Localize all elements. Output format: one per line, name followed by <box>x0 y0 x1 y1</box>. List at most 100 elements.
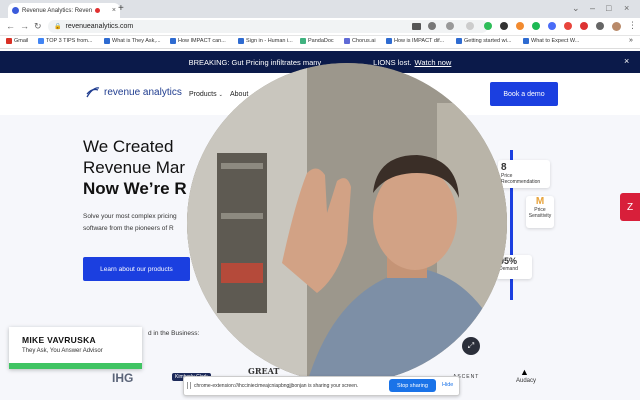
extension-red-icon[interactable] <box>564 22 572 30</box>
stat-label: Price Recommendation <box>501 173 541 185</box>
nav-products[interactable]: Products ⌄ <box>189 91 223 98</box>
star-icon[interactable] <box>466 22 474 30</box>
bookmark-label: TOP 3 TIPS from... <box>46 38 93 44</box>
extension-orange-icon[interactable] <box>516 22 524 30</box>
back-icon[interactable]: ← <box>6 20 15 32</box>
minimize-button[interactable]: – <box>590 2 595 14</box>
hero-title-line2: Revenue Mar <box>83 158 186 177</box>
bookmark-item[interactable]: What is They Ask,... <box>104 38 161 44</box>
bookmark-label: Chorus.ai <box>352 38 376 44</box>
stat-label: Demand <box>499 266 518 272</box>
extension-green-icon[interactable] <box>484 22 492 30</box>
extension-dark-icon[interactable] <box>500 22 508 30</box>
lock-icon: 🔒 <box>54 24 62 30</box>
logo-great: GREAT <box>248 366 280 376</box>
audacy-icon: ▲ <box>520 367 529 377</box>
bookmark-label: What to Expect W... <box>531 38 580 44</box>
bookmark-item[interactable]: PandaDoc <box>300 38 334 44</box>
bookmark-label: What is They Ask,... <box>112 38 161 44</box>
url-text: revenueanalytics.com <box>65 23 134 30</box>
address-bar[interactable]: 🔒 revenueanalytics.com <box>48 20 488 33</box>
webcam-person-image <box>187 63 507 383</box>
tab-close-button[interactable]: × <box>112 7 116 14</box>
bookmark-label: How IMPACT can... <box>178 38 226 44</box>
learn-products-button[interactable]: Learn about our products <box>83 257 190 281</box>
browser-tab[interactable]: Revenue Analytics: Reven × <box>8 3 120 18</box>
banner-close-button[interactable]: × <box>624 56 629 66</box>
bookmark-label: Sign in - Human i... <box>246 38 293 44</box>
hero-subtitle-line1: Solve your most complex pricing <box>83 213 177 220</box>
stat-label: Price Sensitivity <box>528 207 552 219</box>
hero-subtitle-line2: software from the pioneers of R <box>83 225 174 232</box>
stat-card: 8 Price Recommendation <box>498 160 550 188</box>
share-icon[interactable] <box>446 22 454 30</box>
hero-title-line3: Now We’re R <box>83 179 187 198</box>
tab-search-button[interactable]: ⌄ <box>572 2 580 14</box>
bookmark-item[interactable]: Chorus.ai <box>344 38 376 44</box>
presenter-role: They Ask, You Answer Advisor <box>22 348 103 354</box>
stat-value: M <box>535 196 545 207</box>
tab-title: Revenue Analytics: Reven <box>22 7 93 14</box>
menu-icon[interactable]: ⋮ <box>628 19 637 31</box>
bookmark-item[interactable]: How is IMPACT dif... <box>386 38 444 44</box>
book-demo-button[interactable]: Book a demo <box>490 82 558 106</box>
hero-title-line1: We Created <box>83 137 174 156</box>
presenter-name: MIKE VAVRUSKA <box>22 335 96 345</box>
bookmark-favicon-icon <box>104 38 110 44</box>
expand-icon: ⤢ <box>467 341 475 350</box>
reload-icon[interactable]: ↻ <box>34 20 42 32</box>
expand-video-button[interactable]: ⤢ <box>462 337 480 355</box>
extension-square-icon[interactable] <box>580 22 588 30</box>
bookmark-label: How is IMPACT dif... <box>394 38 445 44</box>
bookmark-favicon-icon <box>523 38 529 44</box>
bookmark-item[interactable]: Getting started wi... <box>456 38 511 44</box>
hide-share-bar-button[interactable]: Hide <box>442 382 453 388</box>
site-logo[interactable]: revenue analytics <box>86 86 182 98</box>
share-notice-text: chrome-extension://ihcciniecimeajcniapbn… <box>194 383 359 389</box>
bookmark-favicon-icon <box>344 38 350 44</box>
bookmark-item[interactable]: How IMPACT can... <box>170 38 226 44</box>
bookmark-favicon-icon <box>238 38 244 44</box>
bookmark-favicon-icon <box>6 38 12 44</box>
bookmark-label: PandaDoc <box>308 38 334 44</box>
logo-text: revenue analytics <box>104 86 182 98</box>
bookmark-label: Gmail <box>14 38 29 44</box>
name-plate-accent <box>9 363 142 369</box>
extension-grammar-icon[interactable] <box>532 22 540 30</box>
bookmark-item[interactable]: TOP 3 TIPS from... <box>38 38 92 44</box>
drag-handle-icon[interactable] <box>187 382 191 389</box>
banner-text-2: LIONS lost. <box>373 57 412 67</box>
zoom-logo-icon: Z <box>626 201 634 213</box>
recording-indicator-icon <box>95 8 101 13</box>
puzzle-icon[interactable] <box>596 22 604 30</box>
key-icon[interactable] <box>428 22 436 30</box>
avatar[interactable] <box>612 22 621 31</box>
stat-value: 8 <box>501 162 507 173</box>
close-window-button[interactable]: × <box>624 2 629 14</box>
side-widget-button[interactable]: Z <box>620 193 640 221</box>
bookmark-item[interactable]: Sign in - Human i... <box>238 38 293 44</box>
logo-ihg: IHG <box>112 371 134 385</box>
bookmark-favicon-icon <box>38 38 44 44</box>
forward-icon[interactable]: → <box>20 20 29 32</box>
stop-sharing-button[interactable]: Stop sharing <box>389 379 436 392</box>
new-tab-button[interactable]: + <box>118 4 124 14</box>
trusted-heading: d in the Business: <box>148 330 200 337</box>
bookmark-favicon-icon <box>170 38 176 44</box>
extension-blue-icon[interactable] <box>548 22 556 30</box>
bookmark-item[interactable]: Gmail <box>6 38 28 44</box>
banner-link[interactable]: Watch now <box>415 58 452 67</box>
more-bookmarks-button[interactable]: » <box>629 37 633 44</box>
logo-audacy: Audacy <box>516 378 537 384</box>
cast-icon[interactable] <box>412 23 421 30</box>
webcam-video[interactable] <box>187 63 507 383</box>
bookmark-item[interactable]: What to Expect W... <box>523 38 579 44</box>
site-favicon-icon <box>12 7 19 14</box>
bookmark-favicon-icon <box>386 38 392 44</box>
revenue-analytics-logo-icon <box>86 87 100 98</box>
bookmark-favicon-icon <box>456 38 462 44</box>
nav-about[interactable]: About <box>230 91 248 98</box>
stat-card: M Price Sensitivity <box>526 196 554 228</box>
bookmark-label: Getting started wi... <box>464 38 512 44</box>
maximize-button[interactable]: □ <box>606 2 611 14</box>
